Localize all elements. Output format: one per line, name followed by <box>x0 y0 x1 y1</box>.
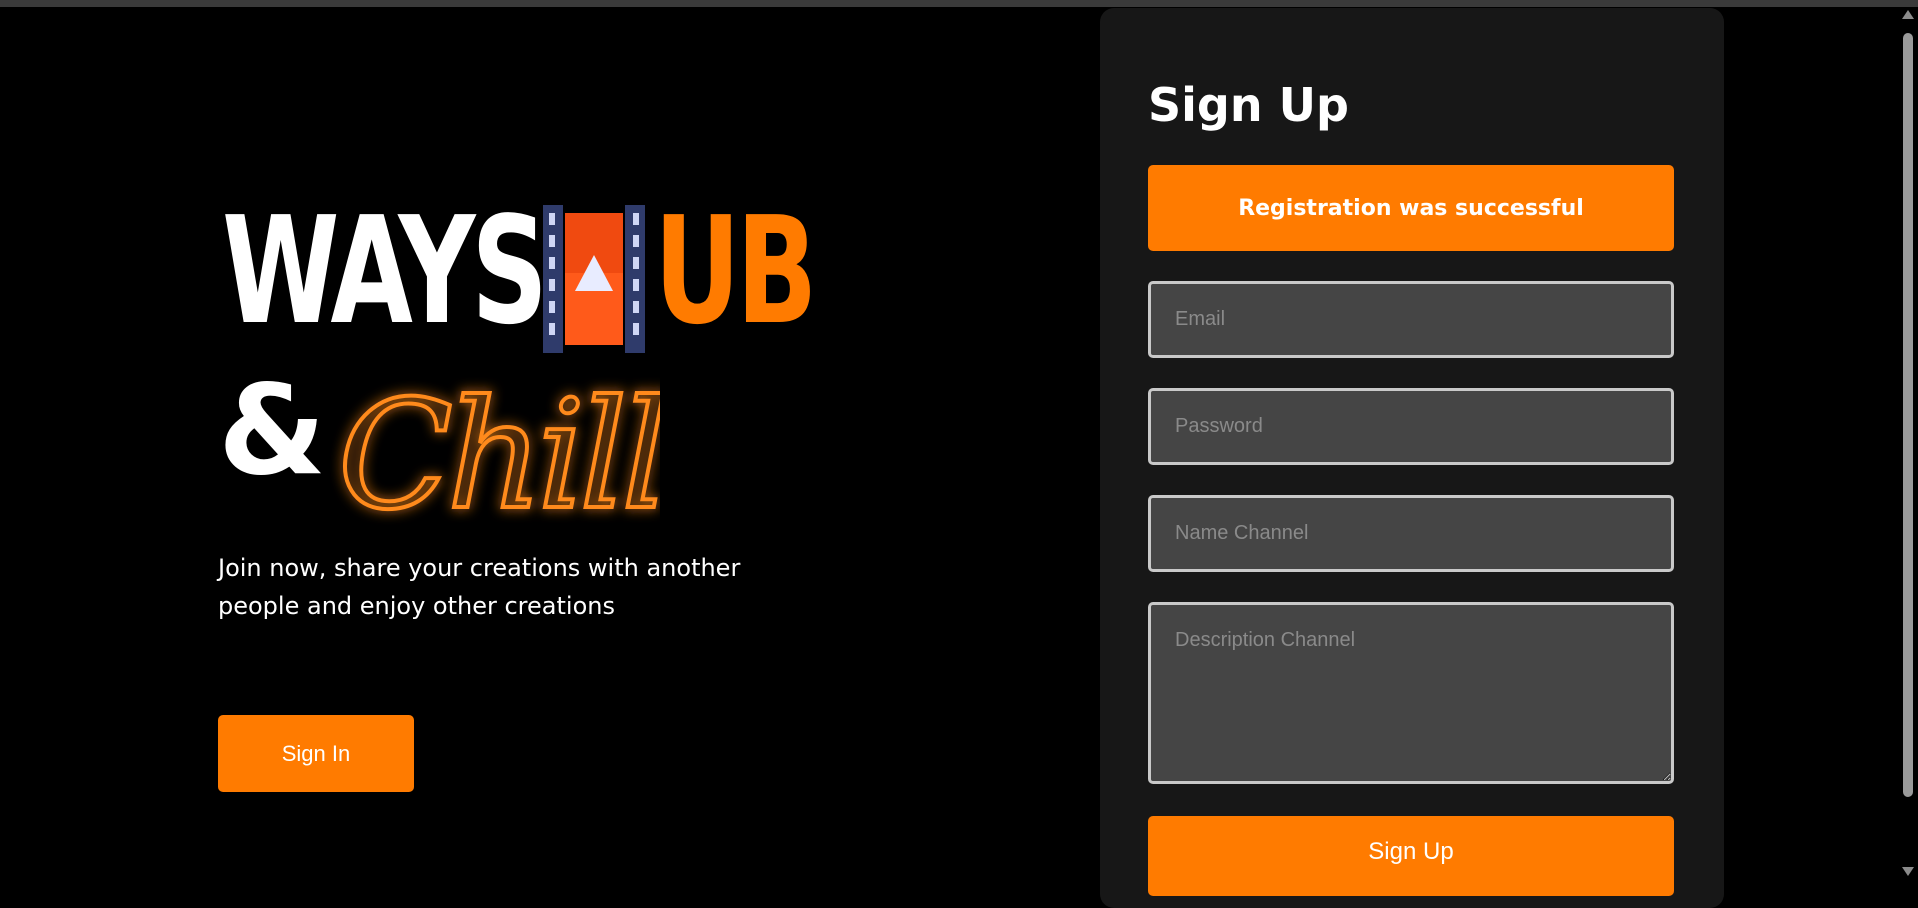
scroll-up-arrow-icon[interactable] <box>1902 10 1914 19</box>
scroll-down-arrow-icon[interactable] <box>1902 867 1914 876</box>
name-channel-field[interactable] <box>1148 495 1674 572</box>
signup-title: Sign Up <box>1148 78 1349 132</box>
logo-text-ways: WAYS <box>222 185 548 357</box>
vertical-scrollbar[interactable] <box>1898 7 1918 880</box>
waysub-logo: WAYS UB & Chill <box>218 185 817 537</box>
browser-top-edge <box>0 0 1918 7</box>
sign-in-button[interactable]: Sign In <box>218 715 414 792</box>
film-play-icon <box>543 205 645 353</box>
description-channel-field[interactable] <box>1148 602 1674 784</box>
sign-up-button[interactable]: Sign Up <box>1148 816 1674 896</box>
page: WAYS UB & Chill Join now, share your cre… <box>0 7 1898 908</box>
email-field[interactable] <box>1148 281 1674 358</box>
success-alert: Registration was successful <box>1148 165 1674 251</box>
signup-card: Sign Up Registration was successful Sign… <box>1100 8 1724 908</box>
hero-section: WAYS UB & Chill Join now, share your cre… <box>218 185 838 792</box>
logo-ampersand: & <box>218 359 327 503</box>
hero-tagline: Join now, share your creations with anot… <box>218 554 741 620</box>
logo-script-chill: Chill <box>336 367 660 537</box>
scrollbar-thumb[interactable] <box>1903 33 1913 797</box>
logo-script-chill-text: Chill <box>338 369 660 537</box>
password-field[interactable] <box>1148 388 1674 465</box>
logo-text-ub: UB <box>654 185 817 357</box>
